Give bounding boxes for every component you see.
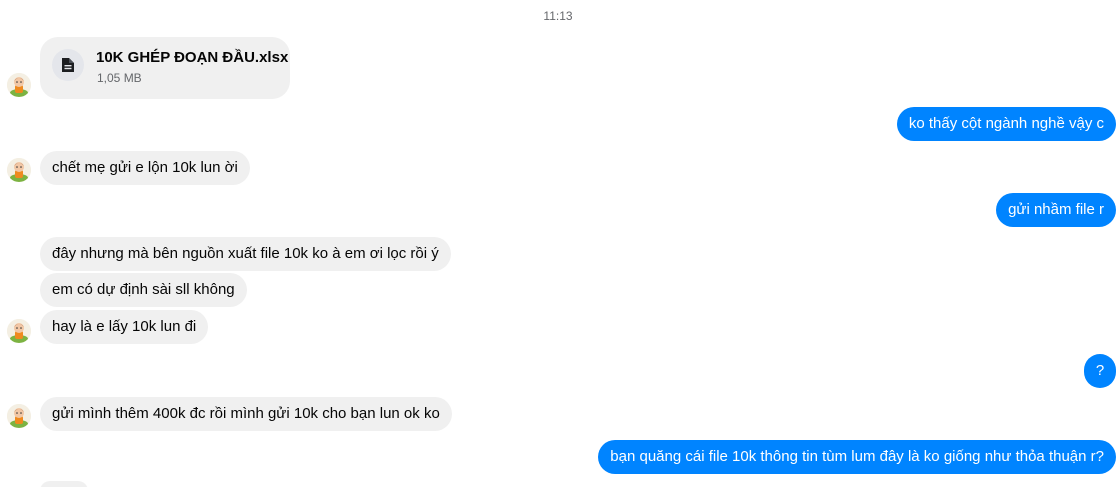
file-name: 10K GHÉP ĐOẠN ĐẦU.xlsx xyxy=(96,49,289,66)
incoming-message[interactable]: hay là e lấy 10k lun đi xyxy=(40,310,209,344)
file-size: 1,05 MB xyxy=(97,71,142,85)
outgoing-message[interactable]: ko thấy cột ngành nghề vậy c xyxy=(896,107,1116,141)
document-icon xyxy=(52,49,84,81)
outgoing-message[interactable]: gửi nhầm file r xyxy=(996,193,1116,227)
avatar-image xyxy=(7,319,31,343)
avatar-image xyxy=(7,73,31,97)
outgoing-message[interactable]: bạn quăng cái file 10k thông tin tùm lum… xyxy=(598,440,1116,474)
message-timestamp: 11:13 xyxy=(543,9,573,23)
chat-thread: 11:13 10K GHÉP ĐOẠN ĐẦU.xlsx 1,05 MB ko … xyxy=(0,0,1116,487)
avatar-image xyxy=(7,158,31,182)
incoming-message[interactable]: chết mẹ gửi e lộn 10k lun ời xyxy=(40,151,250,185)
incoming-message[interactable]: gửi mình thêm 400k đc rồi mình gửi 10k c… xyxy=(40,397,452,431)
contact-avatar[interactable] xyxy=(7,319,31,343)
incoming-message-partial xyxy=(40,481,88,487)
incoming-message[interactable]: em có dự định sài sll không xyxy=(40,273,247,307)
contact-avatar[interactable] xyxy=(7,404,31,428)
avatar-image xyxy=(7,404,31,428)
outgoing-message[interactable]: ? xyxy=(1084,354,1116,388)
contact-avatar[interactable] xyxy=(7,158,31,182)
file-attachment[interactable]: 10K GHÉP ĐOẠN ĐẦU.xlsx 1,05 MB xyxy=(40,37,290,99)
contact-avatar[interactable] xyxy=(7,73,31,97)
incoming-message[interactable]: đây nhưng mà bên nguồn xuất file 10k ko … xyxy=(40,237,451,271)
